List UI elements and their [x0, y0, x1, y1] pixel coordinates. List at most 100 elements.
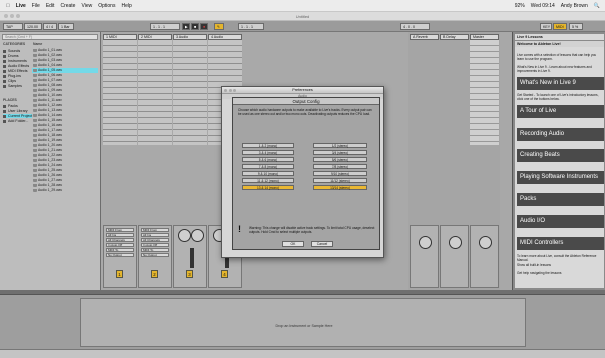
help-footer-navigation[interactable]: Get help navigating the lessons: [517, 271, 602, 275]
menu-options[interactable]: Options: [98, 3, 115, 9]
browser-file-item[interactable]: Audio 1_29.wav: [32, 188, 98, 193]
menu-edit[interactable]: Edit: [46, 3, 55, 9]
return-track-a[interactable]: A Reverb: [410, 34, 439, 40]
song-position[interactable]: 1 . 1 . 1: [150, 23, 180, 30]
stop-button[interactable]: ■: [191, 23, 199, 30]
cancel-button[interactable]: Cancel: [311, 241, 333, 247]
category-audio-effects[interactable]: Audio Effects: [3, 64, 29, 68]
clip-slots-1[interactable]: [103, 40, 137, 145]
mono-output-toggle[interactable]: 1 & 2 (mono): [242, 143, 294, 148]
stereo-output-toggle[interactable]: 7/8 (stereo): [313, 164, 367, 169]
stereo-output-toggle[interactable]: 13/14 (stereo): [313, 185, 367, 190]
time-signature[interactable]: 4 / 4: [43, 23, 57, 30]
mono-output-toggle[interactable]: 9 & 10 (mono): [242, 171, 294, 176]
scene-launch-column[interactable]: [470, 40, 499, 145]
stereo-output-toggle[interactable]: 1/2 (stereo): [313, 143, 367, 148]
draw-mode-button[interactable]: ✎: [214, 23, 224, 30]
lesson-tour[interactable]: A Tour of Live: [517, 105, 604, 118]
close-icon[interactable]: [4, 14, 8, 18]
monitor-switch[interactable]: In Auto Off: [141, 243, 169, 247]
mono-output-toggle[interactable]: 11 & 12 (mono): [242, 178, 294, 183]
minimize-icon[interactable]: [228, 88, 232, 92]
lesson-midi-controllers[interactable]: MIDI Controllers: [517, 237, 604, 250]
place-add-folder[interactable]: Add Folder...: [3, 119, 28, 123]
clip-slots-2[interactable]: [138, 40, 172, 145]
play-button[interactable]: ▶: [182, 23, 190, 30]
zoom-icon[interactable]: [16, 14, 20, 18]
search-icon[interactable]: 🔍: [594, 3, 600, 9]
mono-output-toggle[interactable]: 7 & 8 (mono): [242, 164, 294, 169]
menu-view[interactable]: View: [81, 3, 92, 9]
help-footer-all-lessons[interactable]: Show all built-in lessons: [517, 263, 602, 267]
stereo-output-toggle[interactable]: 5/6 (stereo): [313, 157, 367, 162]
lesson-recording-audio[interactable]: Recording Audio: [517, 128, 604, 141]
category-instruments[interactable]: Instruments: [3, 59, 27, 63]
clip-slots-3[interactable]: [173, 40, 207, 145]
lesson-creating-beats[interactable]: Creating Beats: [517, 149, 604, 162]
place-packs[interactable]: Packs: [3, 104, 18, 108]
category-drums[interactable]: Drums: [3, 54, 19, 58]
lesson-whats-new[interactable]: What's New in Live 9: [517, 77, 604, 90]
window-controls[interactable]: [4, 14, 20, 18]
stereo-output-toggle[interactable]: 3/4 (stereo): [313, 150, 367, 155]
midi-map-button[interactable]: MIDI: [553, 23, 567, 30]
zoom-icon[interactable]: [233, 88, 236, 92]
category-plugins[interactable]: Plug-ins: [3, 74, 21, 78]
input-type-select[interactable]: All Ins: [106, 233, 134, 237]
ok-button[interactable]: OK: [282, 241, 304, 247]
track-activator-3[interactable]: 3: [186, 270, 193, 278]
place-current-project[interactable]: Current Project: [3, 114, 33, 118]
apple-menu-icon[interactable]: : [6, 3, 10, 9]
stereo-output-toggle[interactable]: 11/12 (stereo): [313, 178, 367, 183]
category-clips[interactable]: Clips: [3, 79, 16, 83]
track-activator-4[interactable]: 4: [221, 270, 228, 278]
preferences-title-bar[interactable]: Preferences: [222, 87, 383, 94]
category-samples[interactable]: Samples: [3, 84, 22, 88]
output-select[interactable]: No Output: [141, 253, 169, 257]
mono-output-toggle[interactable]: 5 & 6 (mono): [242, 157, 294, 162]
lessons-bar[interactable]: Live 9 Lessons: [515, 34, 604, 40]
loop-length[interactable]: 4 . 0 . 0: [400, 23, 430, 30]
loop-start[interactable]: 1 . 1 . 1: [238, 23, 264, 30]
close-icon[interactable]: [224, 88, 227, 92]
cue-volume-knob[interactable]: [479, 236, 492, 249]
menu-file[interactable]: File: [32, 3, 40, 9]
lesson-software-instruments[interactable]: Playing Software Instruments: [517, 171, 604, 184]
device-drop-area[interactable]: Drop an Instrument or Sample Here: [80, 298, 526, 347]
pan-knob[interactable]: [419, 236, 432, 249]
menu-create[interactable]: Create: [60, 3, 75, 9]
monitor-switch[interactable]: In Auto Off: [106, 243, 134, 247]
return-track-b[interactable]: B Delay: [440, 34, 469, 40]
send-b-knob[interactable]: [191, 229, 204, 242]
name-column-header[interactable]: Name: [33, 42, 42, 46]
input-channel-select[interactable]: All Channels: [141, 238, 169, 242]
send-a-knob[interactable]: [178, 229, 191, 242]
pan-knob[interactable]: [449, 236, 462, 249]
tempo-field[interactable]: 120.00: [24, 23, 42, 30]
user-name[interactable]: Andy Brown: [561, 3, 588, 9]
category-midi-effects[interactable]: MIDI Effects: [3, 69, 28, 73]
record-button[interactable]: ●: [200, 23, 208, 30]
menu-help[interactable]: Help: [121, 3, 131, 9]
track-activator-1[interactable]: 1: [116, 270, 123, 278]
lesson-packs[interactable]: Packs: [517, 193, 604, 206]
browser-search-input[interactable]: Search (Cmd + F): [2, 34, 98, 40]
key-map-button[interactable]: KEY: [540, 23, 552, 30]
input-type-select[interactable]: All Ins: [141, 233, 169, 237]
category-sounds[interactable]: Sounds: [3, 49, 20, 53]
mono-output-toggle[interactable]: 13 & 14 (mono): [242, 185, 294, 190]
minimize-icon[interactable]: [10, 14, 14, 18]
clock[interactable]: Wed 09:14: [531, 3, 555, 9]
place-user-library[interactable]: User Library: [3, 109, 28, 113]
mono-output-toggle[interactable]: 3 & 4 (mono): [242, 150, 294, 155]
stereo-output-toggle[interactable]: 9/10 (stereo): [313, 171, 367, 176]
menu-live[interactable]: Live: [16, 3, 26, 9]
lesson-audio-io[interactable]: Audio I/O: [517, 215, 604, 228]
track-activator-2[interactable]: 2: [151, 270, 158, 278]
tap-button[interactable]: TAP: [3, 23, 23, 30]
quantize-menu[interactable]: 1 Bar: [58, 23, 74, 30]
output-select[interactable]: No Output: [106, 253, 134, 257]
volume-fader[interactable]: [190, 248, 194, 268]
help-footer-manual[interactable]: To learn more about Live, consult the Ab…: [517, 254, 602, 262]
input-channel-select[interactable]: All Channels: [106, 238, 134, 242]
